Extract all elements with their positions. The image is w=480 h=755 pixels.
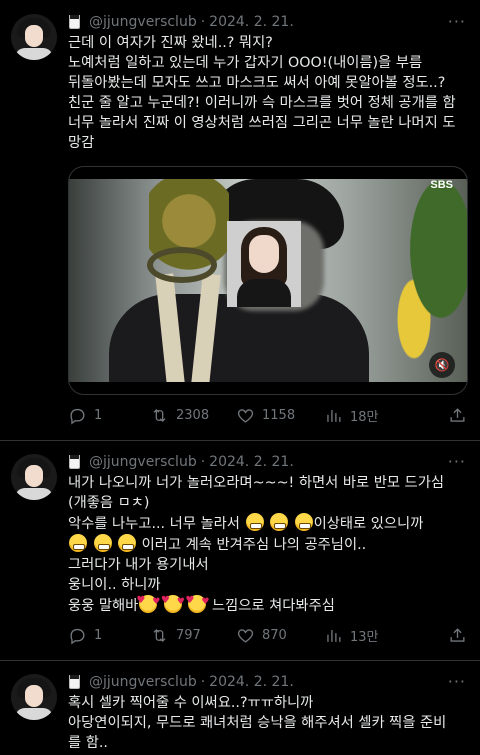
grimacing-face-emoji xyxy=(245,513,264,531)
heart-icon xyxy=(237,408,254,423)
tweet-date[interactable]: 2024. 2. 21. xyxy=(209,454,294,470)
grimacing-face-emoji xyxy=(270,513,289,531)
tweet-date[interactable]: 2024. 2. 21. xyxy=(209,674,294,690)
milk-glass-icon xyxy=(68,674,81,690)
more-options-icon[interactable]: ··· xyxy=(448,452,466,471)
more-options-icon[interactable]: ··· xyxy=(448,672,466,691)
grimacing-face-emoji xyxy=(118,534,137,552)
divider xyxy=(0,440,480,441)
smiling-face-with-hearts-emoji xyxy=(185,591,209,613)
retweet-button[interactable]: 797 xyxy=(150,625,201,645)
tweet-header: @jjungversclub · 2024. 2. 21. xyxy=(68,452,294,472)
text-line: 이러고 계속 반겨주심 나의 공주님이.. xyxy=(141,537,367,553)
tweet-header: @jjungversclub · 2024. 2. 21. xyxy=(68,672,294,692)
tweet-actions: 1 797 870 13만 xyxy=(68,625,468,645)
text-line: (개좋음 ㅁㅊ) xyxy=(68,495,150,511)
bar-chart-icon xyxy=(327,409,341,422)
retweet-button[interactable]: 2308 xyxy=(150,405,209,425)
reply-icon xyxy=(70,408,85,425)
retweet-count: 797 xyxy=(176,627,201,643)
like-button[interactable]: 1158 xyxy=(236,405,295,425)
milk-glass-icon xyxy=(68,454,81,470)
milk-glass-icon xyxy=(68,14,81,30)
user-handle[interactable]: @jjungversclub xyxy=(89,674,197,690)
like-count: 1158 xyxy=(262,407,296,423)
video-frame xyxy=(69,179,467,382)
reply-count: 1 xyxy=(94,407,103,423)
mute-icon[interactable]: 🔇 xyxy=(429,352,455,378)
view-count: 13만 xyxy=(350,629,379,645)
text-line: 내가 나오니까 너가 놀러오라며~~~! 하면서 바로 반모 드가심 xyxy=(68,475,445,491)
smiling-face-with-hearts-emoji xyxy=(161,591,185,613)
user-handle[interactable]: @jjungversclub xyxy=(89,14,197,30)
like-count: 870 xyxy=(262,627,287,643)
broadcaster-watermark: SBS xyxy=(430,179,453,191)
view-count: 18만 xyxy=(350,409,379,425)
text-line: 느낌으로 쳐다봐주심 xyxy=(211,598,335,614)
reply-button[interactable]: 1 xyxy=(68,405,102,425)
text-line: 악수를 나누고... 너무 놀라서 xyxy=(68,516,240,532)
retweet-icon xyxy=(153,408,166,422)
share-icon xyxy=(450,407,465,422)
reply-button[interactable]: 1 xyxy=(68,625,102,645)
heart-icon xyxy=(237,628,254,643)
inset-portrait xyxy=(227,221,301,307)
text-line: 이상태로 있으니까 xyxy=(313,516,424,532)
share-button[interactable] xyxy=(448,625,467,645)
tweet-text: 혹시 셀카 찍어줄 수 이써요..?ㅠㅠ하니까 아당연이되지, 무드로 쾌녀처럼… xyxy=(68,695,447,751)
reply-count: 1 xyxy=(94,627,103,643)
retweet-icon xyxy=(153,628,166,642)
avatar[interactable] xyxy=(11,454,57,500)
bar-chart-icon xyxy=(327,629,341,642)
text-line: 웅니이.. 하니까 xyxy=(68,577,161,593)
grimacing-face-emoji xyxy=(69,534,87,552)
views-button[interactable]: 13만 xyxy=(324,625,379,645)
tweet-actions: 1 2308 1158 18만 xyxy=(68,405,468,425)
separator: · xyxy=(200,14,206,30)
separator: · xyxy=(200,454,206,470)
retweet-count: 2308 xyxy=(176,407,210,423)
grimacing-face-emoji xyxy=(93,534,112,552)
views-button[interactable]: 18만 xyxy=(324,405,379,425)
tweet-date[interactable]: 2024. 2. 21. xyxy=(209,14,294,30)
divider xyxy=(0,660,480,661)
tweet-text: 내가 나오니까 너가 놀러오라며~~~! 하면서 바로 반모 드가심 (개좋음 … xyxy=(68,473,468,616)
user-handle[interactable]: @jjungversclub xyxy=(89,454,197,470)
text-line: 웅웅 말해바 xyxy=(68,598,139,614)
tweet-header: @jjungversclub · 2024. 2. 21. xyxy=(68,12,294,32)
text-line: 그러다가 내가 용기내서 xyxy=(68,557,209,573)
video-player[interactable]: SBS 🔇 xyxy=(68,166,468,395)
tweet-text: 근데 이 여자가 진짜 왔네..? 뭐지? 노예처럼 일하고 있는데 누가 갑자… xyxy=(68,35,456,151)
more-options-icon[interactable]: ··· xyxy=(448,12,466,31)
smiling-face-with-hearts-emoji xyxy=(136,591,160,613)
grimacing-face-emoji xyxy=(294,513,313,531)
separator: · xyxy=(200,674,206,690)
avatar[interactable] xyxy=(11,674,57,720)
share-icon xyxy=(450,627,465,642)
share-button[interactable] xyxy=(448,405,467,425)
like-button[interactable]: 870 xyxy=(236,625,287,645)
reply-icon xyxy=(70,628,85,645)
avatar[interactable] xyxy=(11,14,57,60)
